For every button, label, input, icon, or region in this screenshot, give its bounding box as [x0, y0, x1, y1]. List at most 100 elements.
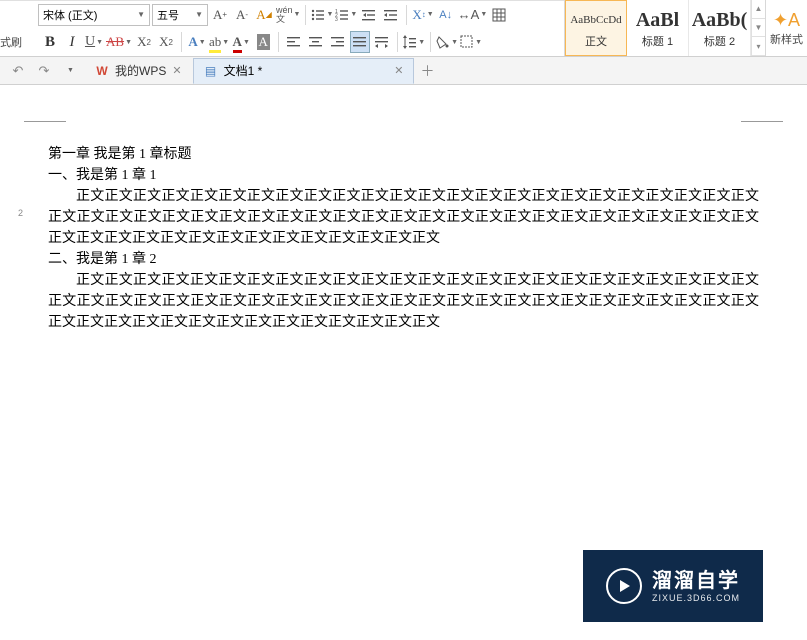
superscript-button[interactable]: X2 [134, 31, 154, 53]
chevron-down-icon: ▼ [451, 39, 458, 46]
close-icon[interactable]: ✕ [394, 64, 403, 77]
underline-button[interactable]: U▼ [84, 31, 104, 53]
align-justify-icon [353, 35, 367, 49]
chevron-down-icon: ▼ [427, 11, 434, 18]
chapter-title: 第一章 我是第 1 章标题 [48, 144, 759, 165]
chevron-down-icon: ▼ [418, 39, 425, 46]
style-label: 标题 1 [642, 33, 673, 49]
svg-text:3: 3 [335, 17, 338, 22]
bullet-list-button[interactable]: ▼ [311, 4, 333, 26]
watermark-title: 溜溜自学 [652, 569, 740, 593]
align-left-icon [287, 35, 301, 49]
new-tab-button[interactable]: ＋ [420, 61, 434, 81]
font-size-select[interactable]: 五号 ▼ [152, 4, 208, 26]
style-scroll-down[interactable]: ▼ [751, 19, 765, 38]
chevron-down-icon: ▼ [294, 11, 301, 18]
style-label: 标题 2 [704, 33, 735, 49]
grid-icon [492, 8, 506, 22]
chevron-down-icon: ▼ [475, 39, 482, 46]
italic-button[interactable]: I [62, 31, 82, 53]
tab-home[interactable]: W 我的WPS ✕ [84, 58, 193, 84]
undo-button[interactable]: ↶ [8, 60, 28, 82]
text-effect-button[interactable]: A▼ [187, 31, 207, 53]
align-justify-button[interactable] [350, 31, 370, 53]
style-preview: AaBl [636, 7, 679, 33]
separator [278, 32, 279, 52]
subscript-button[interactable]: X2 [156, 31, 176, 53]
style-preview: AaBbCcDd [570, 7, 621, 33]
chevron-down-icon: ▼ [222, 39, 229, 46]
font-color-button[interactable]: A▼ [231, 31, 251, 53]
close-icon[interactable]: ✕ [172, 64, 181, 77]
separator [397, 32, 398, 52]
distributed-icon [375, 35, 389, 49]
tab-bar: ↶ ↷ ▼ W 我的WPS ✕ ▤ 文档1 * ✕ ＋ [0, 57, 807, 85]
tab-document[interactable]: ▤ 文档1 * ✕ [193, 58, 415, 84]
bold-button[interactable]: B [40, 31, 60, 53]
new-style-button[interactable]: ✦A 新样式 [770, 10, 803, 47]
strikethrough-button[interactable]: AB▼ [106, 31, 132, 53]
quick-access-toolbar: ↶ ↷ ▼ [4, 60, 84, 82]
tab-document-label: 文档1 * [224, 62, 263, 79]
decrease-font-button[interactable]: A- [232, 4, 252, 26]
increase-font-button[interactable]: A+ [210, 4, 230, 26]
qat-menu-button[interactable]: ▼ [60, 60, 80, 82]
style-gallery: AaBbCcDd 正文 AaBl 标题 1 AaBb( 标题 2 ▲ ▼ ▾ [564, 0, 766, 56]
section-heading: 一、我是第 1 章 1 [48, 165, 759, 186]
chevron-down-icon: ▼ [243, 39, 250, 46]
chevron-down-icon: ▼ [67, 67, 74, 74]
shading-fill-button[interactable]: ▼ [436, 31, 458, 53]
new-style-icon: ✦A [773, 10, 800, 31]
document-area: 2 第一章 我是第 1 章标题 一、我是第 1 章 1 正文正文正文正文正文正文… [0, 88, 807, 640]
doc-icon: ▤ [204, 64, 218, 78]
increase-indent-button[interactable] [381, 4, 401, 26]
chevron-down-icon: ▼ [350, 11, 357, 18]
separator [305, 5, 306, 25]
align-right-icon [331, 35, 345, 49]
page-header-right [741, 104, 783, 122]
bullet-list-icon [311, 8, 325, 22]
body-text: 正文正文正文正文正文正文正文正文正文正文正文正文正文正文正文正文正文正文正文正文… [48, 270, 759, 333]
align-center-button[interactable] [306, 31, 326, 53]
style-heading1[interactable]: AaBl 标题 1 [627, 0, 689, 56]
style-heading2[interactable]: AaBb( 标题 2 [689, 0, 751, 56]
numbered-list-icon: 123 [335, 8, 349, 22]
line-spacing-button[interactable]: ▼ [403, 31, 425, 53]
chevron-down-icon: ▼ [137, 10, 145, 19]
highlight-button[interactable]: ab▼ [209, 31, 229, 53]
clear-format-button[interactable]: A◢ [254, 4, 274, 26]
sort-button[interactable]: A↓ [436, 4, 456, 26]
show-marks-button[interactable] [489, 4, 509, 26]
font-size-value: 五号 [157, 7, 179, 23]
redo-button[interactable]: ↷ [34, 60, 54, 82]
style-scroll-up[interactable]: ▲ [751, 0, 765, 19]
document-content[interactable]: 第一章 我是第 1 章标题 一、我是第 1 章 1 正文正文正文正文正文正文正文… [24, 122, 783, 333]
chevron-down-icon: ▼ [199, 39, 206, 46]
align-right-button[interactable] [328, 31, 348, 53]
decrease-indent-icon [362, 8, 376, 22]
font-family-select[interactable]: 宋体 (正文) ▼ [38, 4, 150, 26]
align-left-button[interactable] [284, 31, 304, 53]
font-family-value: 宋体 (正文) [43, 7, 97, 23]
distributed-button[interactable] [372, 31, 392, 53]
style-normal[interactable]: AaBbCcDd 正文 [565, 0, 627, 56]
phonetic-guide-button[interactable]: wén文▼ [276, 4, 300, 26]
chevron-down-icon: ▼ [195, 10, 203, 19]
character-shading-button[interactable]: A [253, 31, 273, 53]
watermark-logo: 溜溜自学 ZIXUE.3D66.COM [583, 550, 763, 622]
decrease-indent-button[interactable] [359, 4, 379, 26]
borders-button[interactable]: ▼ [460, 31, 482, 53]
numbered-list-button[interactable]: 123 ▼ [335, 4, 357, 26]
style-scroll-more[interactable]: ▾ [751, 37, 765, 56]
style-preview: AaBb( [692, 7, 748, 33]
character-scale-button[interactable]: ↔A▼ [458, 4, 488, 26]
chevron-down-icon: ▼ [480, 11, 487, 18]
separator [181, 32, 182, 52]
border-icon [460, 35, 474, 49]
style-label: 正文 [585, 33, 607, 49]
chevron-down-icon: ▼ [326, 11, 333, 18]
change-case-button[interactable]: X↕▼ [412, 4, 433, 26]
section-heading: 二、我是第 1 章 2 [48, 249, 759, 270]
format-painter-label: 式刷 [0, 28, 32, 56]
chevron-down-icon: ▼ [96, 39, 103, 46]
